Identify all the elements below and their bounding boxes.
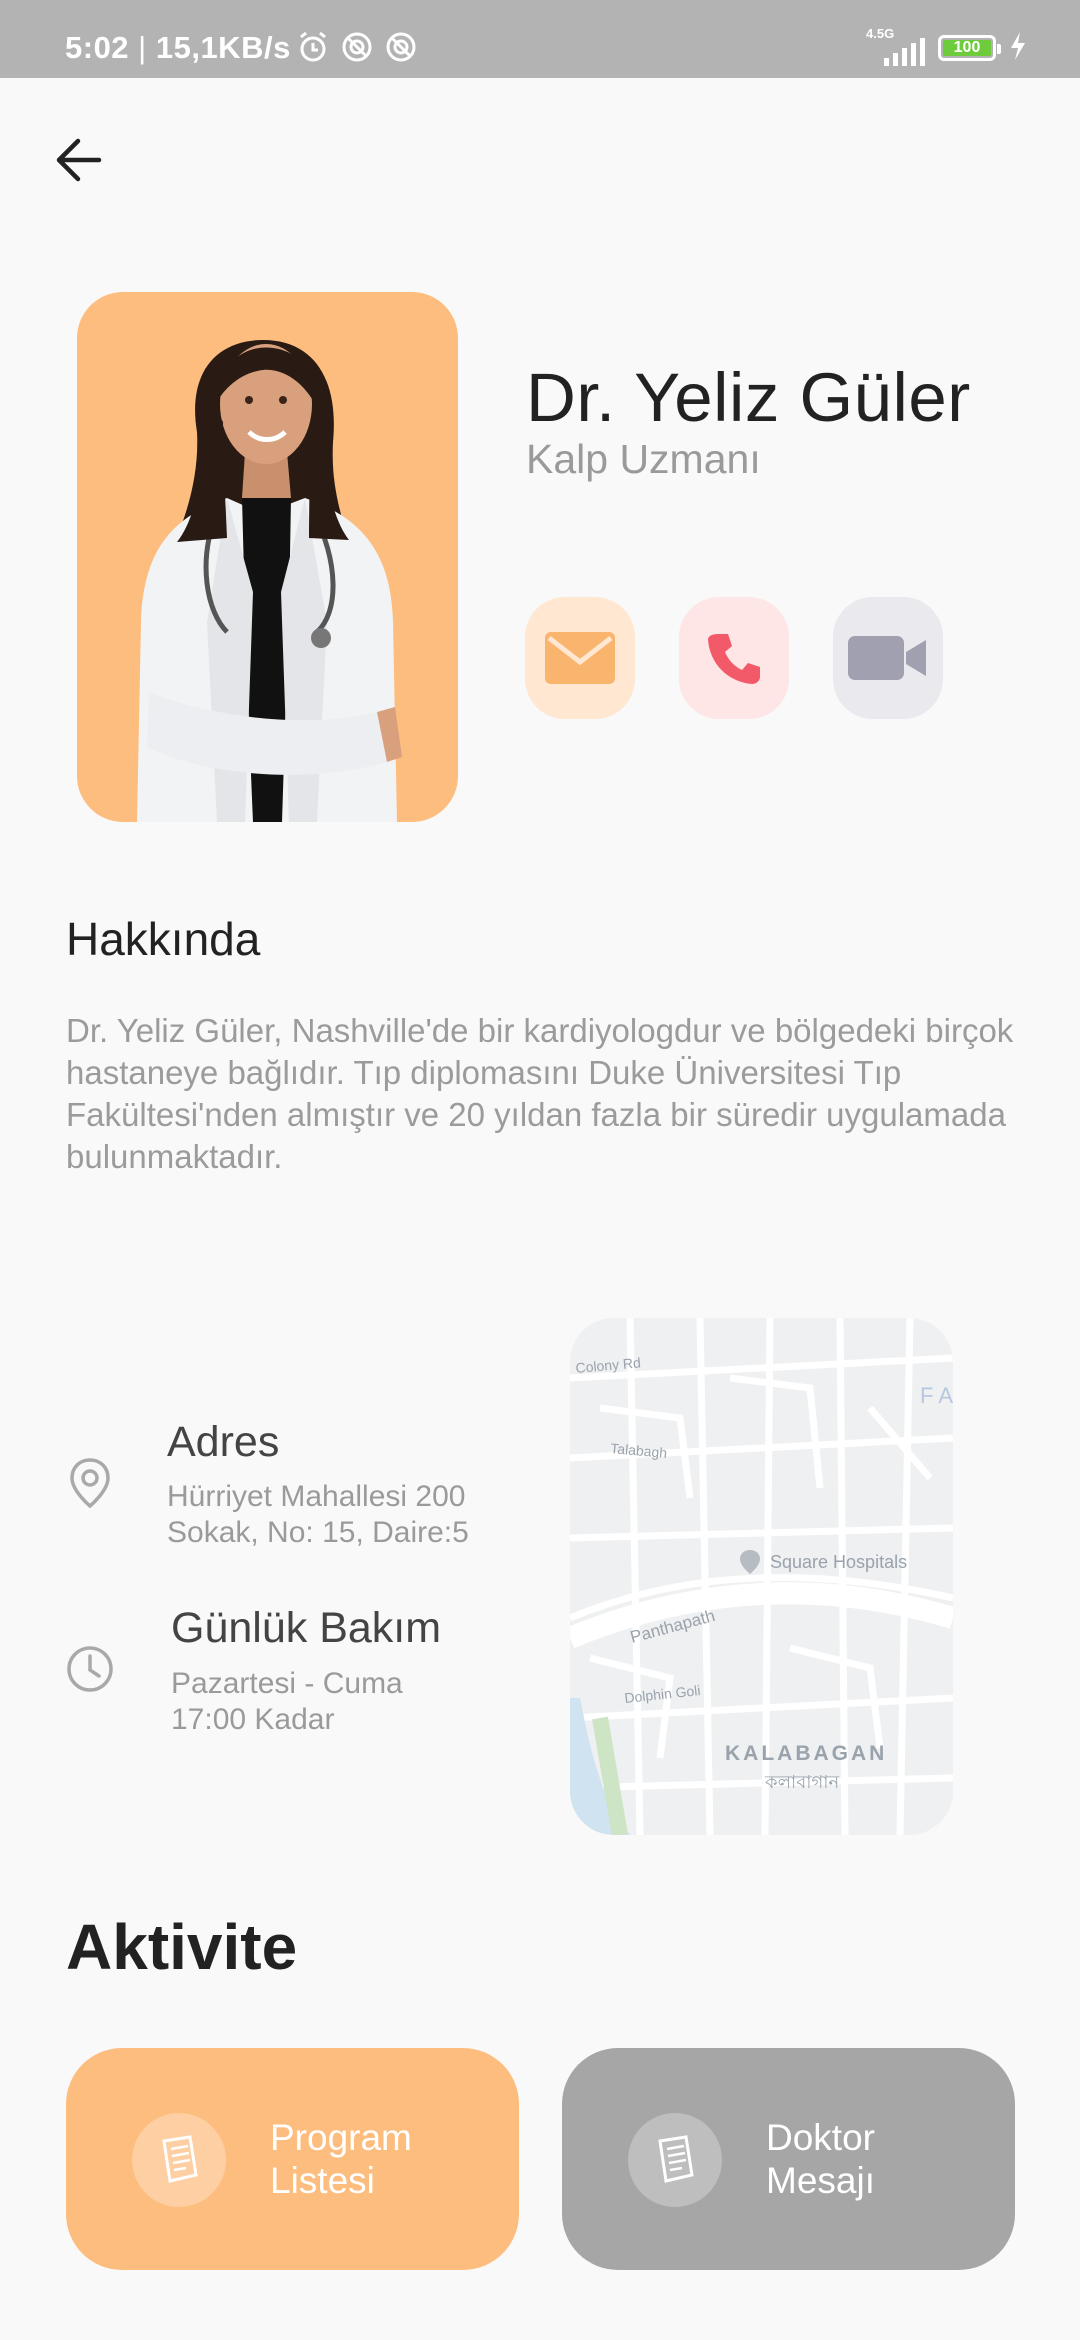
daily-care-line: 17:00 Kadar — [171, 1703, 335, 1736]
blocked-icon — [384, 30, 418, 69]
alarm-icon — [296, 30, 330, 69]
email-button[interactable] — [525, 597, 635, 719]
battery-level: 100 — [943, 39, 991, 56]
doctor-message-card[interactable]: Doktor Mesajı — [562, 2048, 1015, 2270]
map-view[interactable]: Colony Rd Talabagh Square Hospitals Pant… — [570, 1318, 953, 1835]
activity-heading: Aktivite — [66, 1911, 298, 1983]
address-title: Adres — [167, 1418, 280, 1466]
map-label: KALABAGAN — [725, 1742, 887, 1765]
doctor-message-label: Doktor Mesajı — [766, 2117, 875, 2201]
daily-care-line: Pazartesi - Cuma — [171, 1667, 403, 1700]
envelope-icon — [545, 632, 615, 684]
signal-indicator: 4.5G — [866, 26, 926, 66]
status-time: 5:02 | 15,1KB/s — [65, 30, 291, 66]
back-button[interactable] — [48, 130, 108, 190]
charging-icon — [1008, 31, 1028, 66]
blocked-icon — [340, 30, 374, 69]
map-label: Square Hospitals — [770, 1552, 907, 1572]
map-image: Colony Rd Talabagh Square Hospitals Pant… — [570, 1318, 953, 1835]
video-button[interactable] — [833, 597, 943, 719]
address-line: Sokak, No: 15, Daire:5 — [167, 1516, 469, 1549]
daily-care-title: Günlük Bakım — [171, 1604, 442, 1652]
separator: | — [138, 30, 156, 65]
about-heading: Hakkında — [66, 913, 261, 965]
clock-time: 5:02 — [65, 30, 130, 65]
location-pin-icon — [62, 1455, 118, 1511]
status-icons — [296, 30, 418, 69]
arrow-left-icon — [56, 138, 102, 182]
program-list-card[interactable]: Program Listesi — [66, 2048, 519, 2270]
doctor-photo — [77, 292, 458, 822]
signal-icon — [884, 38, 925, 66]
address-line: Hürriyet Mahallesi 200 — [167, 1480, 466, 1513]
program-list-label: Program Listesi — [270, 2117, 412, 2201]
clock-icon — [62, 1641, 118, 1697]
doctor-name: Dr. Yeliz Güler — [526, 359, 971, 436]
network-speed: 15,1KB/s — [155, 30, 291, 65]
map-label: F A — [920, 1383, 953, 1408]
document-icon — [132, 2113, 226, 2207]
status-bar: 5:02 | 15,1KB/s 4.5G 100 — [0, 0, 1080, 78]
doctor-portrait-image — [137, 340, 402, 822]
battery-icon: 100 — [938, 35, 1001, 61]
phone-icon — [708, 634, 760, 684]
doctor-specialty: Kalp Uzmanı — [526, 436, 761, 482]
video-camera-icon — [848, 636, 926, 680]
call-button[interactable] — [679, 597, 789, 719]
about-text: Dr. Yeliz Güler, Nashville'de bir kardiy… — [66, 1012, 1014, 1175]
status-right: 4.5G 100 — [866, 26, 1028, 66]
map-label: কলাবাগান — [764, 1772, 839, 1792]
document-icon — [628, 2113, 722, 2207]
